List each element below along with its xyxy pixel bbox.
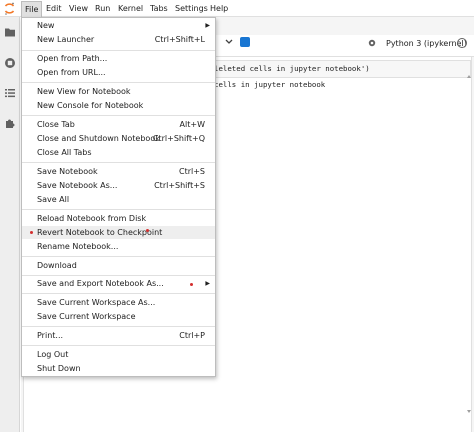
menu-item-save-all[interactable]: Save All: [22, 193, 215, 206]
menu-settings[interactable]: Settings: [175, 4, 208, 14]
menu-item-reload[interactable]: Reload Notebook from Disk: [22, 212, 215, 225]
menu-item-label: Save Notebook: [37, 167, 98, 176]
menu-separator: [22, 256, 215, 257]
menu-item-label: Revert Notebook to Checkpoint: [37, 228, 163, 237]
menu-item-shortcut: Ctrl+Shift+S: [154, 181, 205, 190]
menu-item-label: Log Out: [37, 350, 69, 359]
menu-separator: [22, 326, 215, 327]
jupyter-logo-icon: [4, 2, 15, 15]
menu-file[interactable]: File: [21, 1, 43, 17]
menu-item-label: Save Current Workspace: [37, 312, 136, 321]
menu-item-revert[interactable]: Revert Notebook to Checkpoint: [22, 226, 215, 239]
menu-item-save-notebook[interactable]: Save Notebook Ctrl+S: [22, 165, 215, 178]
menu-item-label: Print...: [37, 331, 64, 340]
menu-kernel[interactable]: Kernel: [118, 4, 143, 14]
menu-item-label: Open from Path...: [37, 54, 108, 63]
menu-item-new[interactable]: New ▶: [22, 19, 215, 32]
menu-item-save-workspace[interactable]: Save Current Workspace: [22, 310, 215, 323]
menu-item-close-tab[interactable]: Close Tab Alt+W: [22, 118, 215, 131]
cell-type-chevron-icon[interactable]: [225, 37, 233, 47]
menu-item-label: Rename Notebook...: [37, 242, 119, 251]
menu-item-download[interactable]: Download: [22, 259, 215, 272]
marker-dot-icon: [146, 229, 149, 232]
cell-code-text: leleted cells in jupyter notebook'): [214, 64, 370, 73]
menu-item-print[interactable]: Print... Ctrl+P: [22, 329, 215, 342]
menu-item-label: Close All Tabs: [37, 148, 92, 157]
cell-output-text: cells in jupyter notebook: [214, 80, 326, 89]
menu-item-new-view[interactable]: New View for Notebook: [22, 85, 215, 98]
submenu-arrow-icon: ▶: [205, 22, 210, 29]
menu-separator: [22, 345, 215, 346]
menu-item-label: Save Current Workspace As...: [37, 298, 156, 307]
activity-bar: [0, 17, 20, 432]
menu-separator: [22, 162, 215, 163]
folder-icon[interactable]: [4, 26, 16, 38]
menu-item-open-from-path[interactable]: Open from Path...: [22, 52, 215, 65]
menu-separator: [22, 115, 215, 116]
scrollbar[interactable]: [466, 74, 472, 414]
menu-item-label: Close Tab: [37, 120, 75, 129]
commands-icon[interactable]: [4, 87, 16, 99]
menu-item-save-workspace-as[interactable]: Save Current Workspace As...: [22, 296, 215, 309]
menu-separator: [22, 82, 215, 83]
menu-item-save-export[interactable]: Save and Export Notebook As... ▶: [22, 277, 215, 290]
menu-item-label: Close and Shutdown Notebook: [37, 134, 160, 143]
gear-icon[interactable]: [368, 39, 376, 47]
menu-item-label: Open from URL...: [37, 68, 106, 77]
menu-item-open-from-url[interactable]: Open from URL...: [22, 66, 215, 79]
markdown-icon[interactable]: [240, 37, 250, 47]
running-icon[interactable]: [4, 57, 16, 69]
menu-item-new-launcher[interactable]: New Launcher Ctrl+Shift+L: [22, 33, 215, 46]
marker-dot-icon: [30, 231, 33, 234]
menu-item-label: Save Notebook As...: [37, 181, 118, 190]
file-menu: New ▶ New Launcher Ctrl+Shift+L Open fro…: [21, 17, 216, 377]
marker-dot-icon: [190, 283, 193, 286]
menu-help[interactable]: Help: [210, 4, 228, 14]
menu-item-save-as[interactable]: Save Notebook As... Ctrl+Shift+S: [22, 179, 215, 192]
menu-view[interactable]: View: [69, 4, 88, 14]
submenu-arrow-icon: ▶: [205, 280, 210, 287]
menu-item-close-all[interactable]: Close All Tabs: [22, 146, 215, 159]
menu-item-label: New: [37, 21, 55, 30]
menu-item-new-console[interactable]: New Console for Notebook: [22, 99, 215, 112]
menu-separator: [22, 209, 215, 210]
menu-item-label: Save and Export Notebook As...: [37, 279, 164, 288]
menu-item-label: New Launcher: [37, 35, 95, 44]
menu-separator: [22, 275, 215, 276]
menu-item-shortcut: Alt+W: [179, 120, 205, 129]
menu-separator: [22, 293, 215, 294]
menu-edit[interactable]: Edit: [46, 4, 62, 14]
menu-item-shortcut: Ctrl+S: [178, 167, 205, 176]
menu-item-label: Shut Down: [37, 364, 81, 373]
kernel-status-icon: [457, 38, 467, 48]
menu-separator: [22, 50, 215, 51]
menu-item-close-shutdown[interactable]: Close and Shutdown Notebook Ctrl+Shift+Q: [22, 132, 215, 145]
menu-item-shortcut: Ctrl+Shift+Q: [152, 134, 205, 143]
menu-item-label: Save All: [37, 195, 70, 204]
menu-item-shutdown[interactable]: Shut Down: [22, 362, 215, 375]
extension-icon[interactable]: [4, 117, 16, 129]
menu-tabs[interactable]: Tabs: [150, 4, 168, 14]
menu-item-logout[interactable]: Log Out: [22, 348, 215, 361]
menu-item-label: Reload Notebook from Disk: [37, 214, 147, 223]
menu-item-shortcut: Ctrl+Shift+L: [154, 35, 205, 44]
menu-item-shortcut: Ctrl+P: [179, 331, 205, 340]
menu-item-rename[interactable]: Rename Notebook...: [22, 240, 215, 253]
menu-bar: File Edit View Run Kernel Tabs Settings …: [0, 0, 474, 17]
menu-item-label: Download: [37, 261, 77, 270]
menu-run[interactable]: Run: [95, 4, 110, 14]
menu-item-label: New Console for Notebook: [37, 101, 144, 110]
menu-item-label: New View for Notebook: [37, 87, 131, 96]
kernel-name[interactable]: Python 3 (ipykernel): [386, 39, 467, 48]
